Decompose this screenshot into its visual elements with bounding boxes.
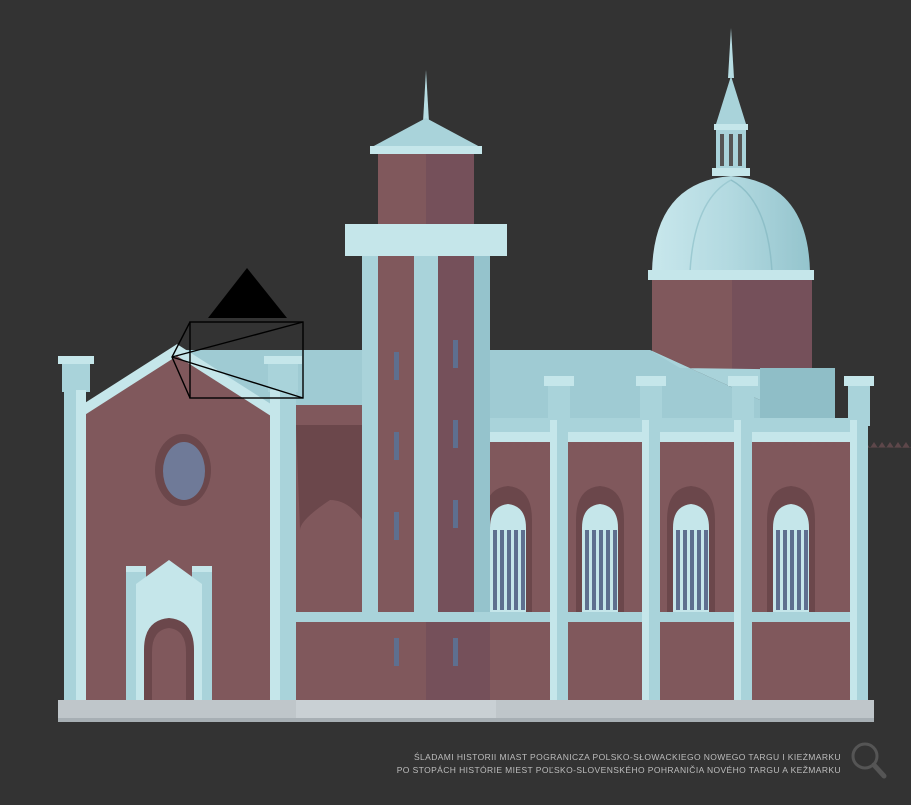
magnifier-icon[interactable] <box>849 740 887 780</box>
arched-window <box>484 486 532 612</box>
dome <box>648 28 814 372</box>
dome-spire <box>728 28 734 78</box>
tower-cornice <box>345 224 507 256</box>
arched-window <box>767 486 815 612</box>
dome-cupola <box>652 176 810 272</box>
lantern-cornice <box>714 124 748 130</box>
nave-cornice <box>486 418 862 432</box>
tower-roof <box>370 118 482 148</box>
arched-window <box>576 486 624 612</box>
caption-slovak: PO STOPÁCH HISTÓRIE MIEST POĽSKO-SLOVENS… <box>396 765 841 775</box>
front-facade <box>58 344 302 722</box>
dome-cornice <box>648 270 814 280</box>
caption-polish: ŚLADAMI HISTORII MIAST POGRANICZA POLSKO… <box>413 752 841 762</box>
triangle-pointer-icon <box>208 268 287 318</box>
lantern-roof <box>716 76 746 124</box>
church-elevation-drawing <box>58 28 911 722</box>
tower <box>345 70 507 700</box>
illustration <box>0 0 911 800</box>
arched-window <box>667 486 715 612</box>
oculus-window <box>163 442 205 500</box>
tower-spire <box>423 70 429 122</box>
